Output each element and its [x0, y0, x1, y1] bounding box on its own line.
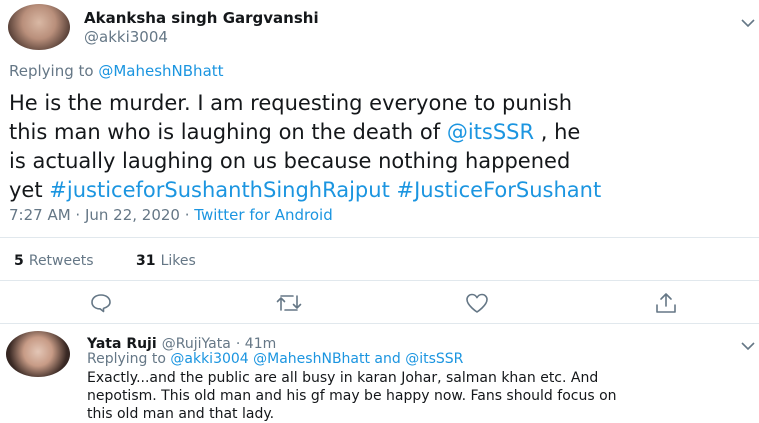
- divider: [0, 323, 759, 324]
- timestamp[interactable]: 7:27 AM · Jun 22, 2020 ·: [9, 206, 190, 224]
- mention-link[interactable]: @itsSSR: [447, 120, 534, 144]
- reply-text-line: Exactly...and the public are all busy in…: [87, 370, 599, 386]
- author-handle[interactable]: @akki3004: [84, 28, 168, 46]
- reply-button[interactable]: [89, 292, 113, 314]
- author-name[interactable]: Akanksha singh Gargvanshi: [84, 9, 319, 27]
- replying-to: Replying to @MaheshNBhatt: [9, 62, 224, 80]
- comment-icon: [91, 294, 111, 313]
- replying-to-user-link[interactable]: @MaheshNBhatt: [98, 62, 223, 80]
- more-options-button[interactable]: [741, 13, 755, 32]
- replying-to-users-link[interactable]: @akki3004 @MaheshNBhatt and @itsSSR: [170, 351, 463, 367]
- avatar[interactable]: [6, 331, 70, 377]
- more-options-button[interactable]: [741, 336, 755, 355]
- retweet-button[interactable]: [275, 293, 303, 313]
- reply-author-handle[interactable]: @RujiYata: [162, 336, 231, 352]
- likes-stat[interactable]: 31 Likes: [136, 250, 196, 269]
- tweet-text: He is the murder. I am requesting everyo…: [9, 89, 601, 205]
- tweet-text-line: He is the murder. I am requesting everyo…: [9, 91, 573, 115]
- likes-label: Likes: [160, 253, 196, 269]
- reply-text-line: this old man and that lady.: [87, 406, 275, 422]
- tweet-text-line: this man who is laughing on the death of…: [9, 118, 601, 147]
- reply-time[interactable]: · 41m: [236, 336, 276, 352]
- like-button[interactable]: [464, 292, 490, 314]
- share-icon: [656, 293, 676, 313]
- chevron-down-icon: [741, 19, 755, 28]
- tweet-text-line: is actually laughing on us because nothi…: [9, 149, 571, 173]
- reply-header: Yata Ruji @RujiYata · 41m: [87, 333, 276, 352]
- replying-to-prefix: Replying to: [87, 351, 166, 367]
- heart-icon: [466, 293, 488, 313]
- hashtag-link[interactable]: #justiceforSushanthSinghRajput: [49, 178, 390, 202]
- reply-text: Exactly...and the public are all busy in…: [87, 369, 617, 423]
- reply-author-name[interactable]: Yata Ruji: [87, 336, 157, 352]
- tweet-text-segment: this man who is laughing on the death of: [9, 120, 441, 144]
- replying-to-prefix: Replying to: [9, 62, 94, 80]
- chevron-down-icon: [741, 342, 755, 351]
- retweets-label: Retweets: [28, 253, 94, 269]
- reply-text-line: nepotism. This old man and his gf may be…: [87, 388, 617, 404]
- share-button[interactable]: [654, 291, 678, 315]
- tweet-text-segment: yet: [9, 178, 43, 202]
- tweet-meta: 7:27 AM · Jun 22, 2020 · Twitter for And…: [9, 206, 333, 224]
- source-link[interactable]: Twitter for Android: [194, 206, 332, 224]
- likes-count: 31: [136, 253, 156, 269]
- hashtag-link[interactable]: #JusticeForSushant: [397, 178, 602, 202]
- retweet-icon: [276, 295, 302, 311]
- retweets-stat[interactable]: 5 Retweets: [14, 250, 94, 269]
- divider: [0, 280, 759, 281]
- avatar[interactable]: [8, 4, 70, 50]
- tweet-text-segment: , he: [540, 120, 581, 144]
- retweets-count: 5: [14, 253, 24, 269]
- tweet-text-line: yet #justiceforSushanthSinghRajput #Just…: [9, 176, 601, 205]
- reply-replying-to: Replying to @akki3004 @MaheshNBhatt and …: [87, 351, 463, 367]
- divider: [0, 237, 759, 238]
